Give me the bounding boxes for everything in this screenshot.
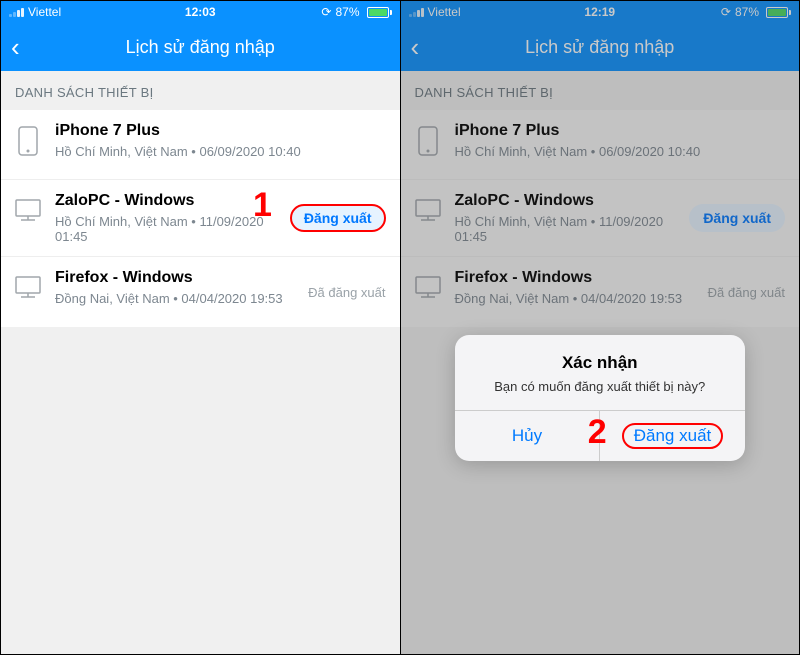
monitor-icon <box>15 272 41 304</box>
dialog-title: Xác nhận <box>471 353 729 373</box>
device-meta: Hồ Chí Minh, Việt Nam • 06/09/2020 10:40 <box>55 144 382 159</box>
clock: 12:03 <box>1 5 400 19</box>
device-row: ZaloPC - Windows Hồ Chí Minh, Việt Nam •… <box>1 180 400 257</box>
cancel-button[interactable]: Hủy <box>455 411 600 461</box>
logged-out-label: Đã đăng xuất <box>308 285 385 300</box>
navbar: ‹ Lịch sử đăng nhập <box>1 23 400 71</box>
status-bar: Viettel 12:03 ⟳ 87% <box>1 1 400 23</box>
confirm-dialog: Xác nhận Bạn có muốn đăng xuất thiết bị … <box>455 335 745 461</box>
modal-overlay[interactable]: Xác nhận Bạn có muốn đăng xuất thiết bị … <box>401 1 800 654</box>
phone-icon <box>15 125 41 157</box>
dialog-message: Bạn có muốn đăng xuất thiết bị này? <box>471 379 729 394</box>
screenshot-left: Viettel 12:03 ⟳ 87% ‹ Lịch sử đăng nhập … <box>1 1 400 654</box>
device-name: ZaloPC - Windows <box>55 192 286 210</box>
screenshot-right: Viettel 12:19 ⟳ 87% ‹ Lịch sử đăng nhập … <box>401 1 800 654</box>
device-meta: Hồ Chí Minh, Việt Nam • 11/09/2020 01:45 <box>55 214 286 244</box>
device-list: iPhone 7 Plus Hồ Chí Minh, Việt Nam • 06… <box>1 110 400 327</box>
logout-button[interactable]: Đăng xuất <box>290 204 386 232</box>
device-row: Firefox - Windows Đồng Nai, Việt Nam • 0… <box>1 257 400 327</box>
device-row: iPhone 7 Plus Hồ Chí Minh, Việt Nam • 06… <box>1 110 400 180</box>
device-name: iPhone 7 Plus <box>55 122 382 140</box>
annotation-number: 2 <box>588 413 607 452</box>
battery-icon <box>364 7 392 18</box>
annotation-number: 1 <box>253 186 272 225</box>
confirm-logout-button[interactable]: Đăng xuất <box>599 411 745 461</box>
device-meta: Đồng Nai, Việt Nam • 04/04/2020 19:53 <box>55 291 304 306</box>
monitor-icon <box>15 195 41 227</box>
section-header: DANH SÁCH THIẾT BỊ <box>1 71 400 110</box>
device-name: Firefox - Windows <box>55 269 304 287</box>
page-title: Lịch sử đăng nhập <box>126 37 275 58</box>
back-button[interactable]: ‹ <box>11 32 20 63</box>
